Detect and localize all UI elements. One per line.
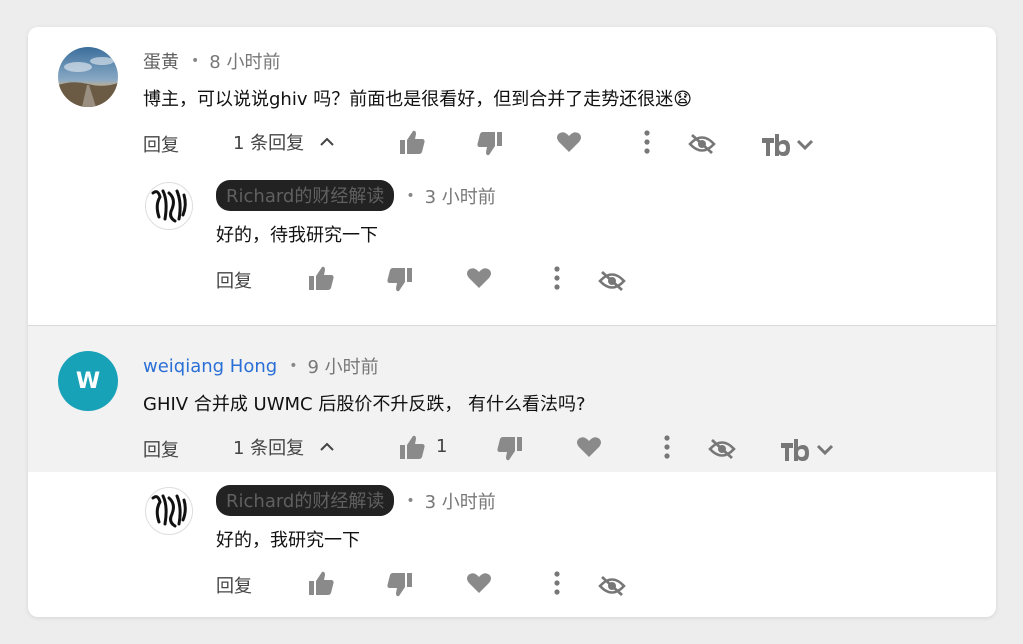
reply-meta: Richard的财经解读 • 3 小时前	[216, 180, 496, 211]
hide-eye-icon[interactable]	[598, 575, 626, 597]
thumb-down-icon[interactable]	[386, 267, 414, 293]
timestamp[interactable]: 8 小时前	[209, 48, 280, 74]
heart-icon[interactable]	[466, 267, 492, 289]
comments-panel: 蛋黄 • 8 小时前 博主，可以说说ghiv 吗？前面也是很看好，但到合并了走势…	[28, 27, 996, 617]
timestamp[interactable]: 3 小时前	[425, 488, 496, 514]
channel-owner-chip[interactable]: Richard的财经解读	[216, 485, 395, 516]
thumb-up-icon[interactable]	[307, 570, 335, 596]
more-vert-icon[interactable]	[644, 130, 650, 154]
separator-dot: •	[406, 492, 415, 509]
separator-dot: •	[406, 187, 415, 204]
comment-body: 博主，可以说说ghiv 吗？前面也是很看好，但到合并了走势还很迷	[143, 89, 674, 110]
avatar[interactable]: W	[58, 351, 118, 411]
view-replies-button[interactable]: 1 条回复	[233, 432, 334, 462]
reply-button[interactable]: 回复	[143, 436, 179, 462]
heart-icon[interactable]	[556, 131, 582, 153]
thumb-down-icon[interactable]	[386, 572, 414, 598]
avatar[interactable]	[58, 47, 118, 107]
comment-thread: 蛋黄 • 8 小时前 博主，可以说说ghiv 吗？前面也是很看好，但到合并了走势…	[28, 27, 996, 325]
thumb-up-icon[interactable]	[307, 265, 335, 291]
timestamp[interactable]: 9 小时前	[307, 353, 378, 379]
thumb-down-icon[interactable]	[496, 436, 524, 462]
emoji: 😧	[673, 89, 692, 110]
tb-logo-icon[interactable]	[761, 133, 791, 157]
more-vert-icon[interactable]	[554, 266, 560, 290]
hide-eye-icon[interactable]	[708, 438, 736, 460]
chevron-down-icon[interactable]	[796, 139, 814, 151]
replies-count-label: 1 条回复	[233, 438, 305, 459]
chevron-down-icon[interactable]	[816, 444, 834, 456]
comment-text: 博主，可以说说ghiv 吗？前面也是很看好，但到合并了走势还很迷😧	[143, 85, 692, 111]
comment-meta: weiqiang Hong • 9 小时前	[143, 353, 379, 379]
comment-text: GHIV 合并成 UWMC 后股价不升反跌， 有什么看法吗?	[143, 394, 586, 415]
author-name[interactable]: weiqiang Hong	[143, 356, 277, 377]
more-vert-icon[interactable]	[554, 571, 560, 595]
thumb-down-icon[interactable]	[476, 131, 504, 157]
chevron-up-icon	[320, 137, 334, 147]
tb-logo-icon[interactable]	[780, 438, 810, 462]
author-name[interactable]: 蛋黄	[143, 48, 179, 74]
like-count: 1	[436, 436, 448, 457]
reply-text: 好的，我研究一下	[216, 530, 360, 551]
view-replies-button[interactable]: 1 条回复	[233, 127, 334, 157]
separator-dot: •	[289, 358, 298, 374]
replies-count-label: 1 条回复	[233, 133, 305, 154]
hide-eye-icon[interactable]	[598, 270, 626, 292]
avatar-letter: W	[75, 368, 101, 394]
comment-meta: 蛋黄 • 8 小时前	[143, 48, 280, 74]
reply-button[interactable]: 回复	[216, 572, 252, 598]
heart-icon[interactable]	[576, 436, 602, 458]
timestamp[interactable]: 3 小时前	[425, 183, 496, 209]
reply-button[interactable]: 回复	[143, 131, 179, 157]
reply-button[interactable]: 回复	[216, 267, 252, 293]
chevron-up-icon	[320, 442, 334, 452]
avatar[interactable]	[145, 487, 193, 535]
heart-icon[interactable]	[466, 572, 492, 594]
reply-meta: Richard的财经解读 • 3 小时前	[216, 485, 496, 516]
more-vert-icon[interactable]	[664, 435, 670, 459]
channel-owner-chip[interactable]: Richard的财经解读	[216, 180, 395, 211]
thumb-up-icon[interactable]	[398, 434, 426, 460]
hide-eye-icon[interactable]	[688, 133, 716, 155]
reply-text: 好的，待我研究一下	[216, 225, 378, 246]
avatar[interactable]	[145, 182, 193, 230]
comment-thread: W weiqiang Hong • 9 小时前 GHIV 合并成 UWMC 后股…	[28, 325, 996, 617]
thumb-up-icon[interactable]	[398, 129, 426, 155]
separator-dot: •	[191, 53, 200, 69]
